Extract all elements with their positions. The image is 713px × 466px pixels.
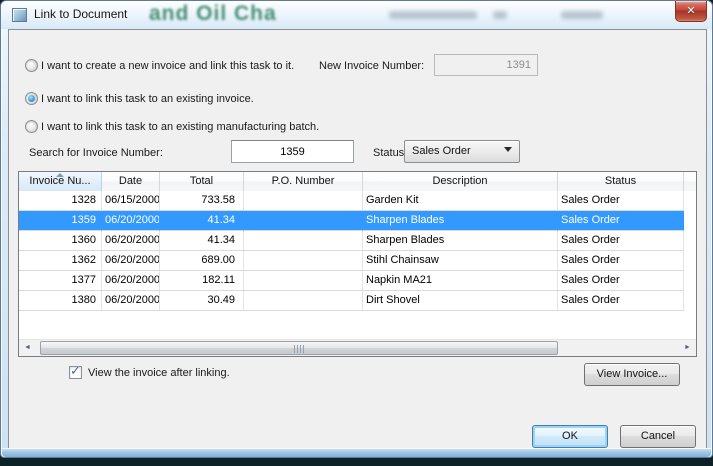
scroll-left-button[interactable]: ◄ (19, 340, 36, 357)
table-cell[interactable]: Sales Order (558, 231, 684, 251)
table-cell[interactable]: 1360 (19, 231, 102, 251)
table-cell[interactable] (244, 271, 363, 291)
table-cell[interactable]: Sales Order (558, 271, 684, 291)
cancel-button[interactable]: Cancel (620, 425, 696, 448)
table-cell[interactable] (244, 191, 363, 211)
status-label: Status: (373, 147, 407, 159)
table-cell[interactable]: 41.34 (160, 231, 244, 251)
column-header-filler (684, 172, 696, 191)
scrollbar-grip-icon (294, 345, 304, 353)
desktop-backdrop: and Oil Cha Link to Document ✕ I want to… (0, 0, 713, 466)
scroll-right-button[interactable]: ► (679, 340, 696, 357)
table-cell[interactable]: 06/20/2000 (102, 211, 160, 231)
horizontal-scrollbar[interactable]: ◄ ► (19, 339, 696, 356)
table-cell[interactable]: 1380 (19, 291, 102, 311)
table-row[interactable]: 132806/15/2000733.58 Garden KitSales Orde… (19, 191, 696, 211)
window-icon[interactable] (12, 8, 27, 22)
radio-link-existing-invoice[interactable] (25, 92, 38, 105)
table-cell[interactable] (244, 251, 363, 271)
table-row[interactable]: 136206/20/2000689.00 Stihl ChainsawSales … (19, 251, 696, 271)
table-cell[interactable]: 06/20/2000 (102, 291, 160, 311)
table-row[interactable]: 138006/20/200030.49 Dirt ShovelSales Orde… (19, 291, 696, 311)
table-cell[interactable]: Sales Order (558, 251, 684, 271)
table-cell[interactable]: Sales Order (558, 211, 684, 231)
glass-artifact (389, 11, 477, 19)
scrollbar-thumb[interactable] (40, 341, 558, 355)
glass-artifact (561, 11, 603, 19)
dialog-body: I want to create a new invoice and link … (8, 29, 707, 451)
table-cell[interactable]: Garden Kit (363, 191, 558, 211)
sort-ascending-icon (56, 173, 64, 177)
radio-create-new-invoice-label: I want to create a new invoice and link … (41, 60, 294, 72)
status-dropdown-value: Sales Order (412, 145, 471, 157)
column-header[interactable]: Invoice Nu... (19, 172, 102, 191)
window-bottom-frame (2, 448, 711, 457)
new-invoice-number-label: New Invoice Number: (319, 60, 424, 72)
table-cell[interactable]: 733.58 (160, 191, 244, 211)
column-header-label: Status (605, 175, 636, 187)
table-cell[interactable]: Sales Order (558, 291, 684, 311)
column-header[interactable]: Status (558, 172, 684, 191)
column-header-label: Total (190, 175, 213, 187)
table-cell[interactable]: 1328 (19, 191, 102, 211)
new-invoice-number-input[interactable] (434, 54, 538, 76)
close-button[interactable]: ✕ (675, 1, 707, 22)
column-header-label: Date (119, 175, 142, 187)
scroll-right-icon: ► (684, 344, 691, 351)
close-icon: ✕ (686, 2, 695, 21)
table-cell[interactable]: 06/20/2000 (102, 251, 160, 271)
column-header[interactable]: Total (160, 172, 244, 191)
table-cell[interactable]: 1377 (19, 271, 102, 291)
radio-link-existing-invoice-label: I want to link this task to an existing … (41, 93, 254, 105)
search-invoice-input[interactable] (231, 140, 354, 163)
table-cell[interactable]: Napkin MA21 (363, 271, 558, 291)
table-row[interactable]: 136006/20/200041.34 Sharpen BladesSales O… (19, 231, 696, 251)
radio-link-manufacturing-batch[interactable] (25, 120, 38, 133)
view-after-checkbox-label: View the invoice after linking. (88, 367, 230, 379)
column-header-label: Description (432, 175, 487, 187)
table-cell[interactable]: 41.34 (160, 211, 244, 231)
table-cell[interactable]: Sharpen Blades (363, 231, 558, 251)
view-after-checkbox[interactable]: ✓ (69, 366, 82, 379)
table-cell[interactable] (244, 211, 363, 231)
invoice-table: Invoice Nu... Date Total P.O. Number Descrip… (18, 171, 697, 357)
window-title: Link to Document (34, 7, 127, 21)
table-cell[interactable]: 06/20/2000 (102, 231, 160, 251)
table-row[interactable]: 137706/20/2000182.11 Napkin MA21Sales Ord… (19, 271, 696, 291)
search-invoice-label: Search for Invoice Number: (29, 147, 163, 159)
table-cell[interactable]: 30.49 (160, 291, 244, 311)
link-to-document-dialog: and Oil Cha Link to Document ✕ I want to… (0, 0, 713, 458)
table-row[interactable]: 135906/20/200041.34 Sharpen BladesSales O… (19, 211, 696, 231)
title-bar[interactable]: and Oil Cha Link to Document ✕ (1, 1, 712, 29)
table-cell[interactable]: 689.00 (160, 251, 244, 271)
table-body: 132806/15/2000733.58Garden KitSales Orde… (19, 191, 696, 311)
table-cell[interactable] (244, 291, 363, 311)
status-dropdown[interactable]: Sales Order (404, 140, 520, 163)
view-invoice-button[interactable]: View Invoice... (584, 363, 680, 386)
table-cell[interactable]: Sharpen Blades (363, 211, 558, 231)
column-header-label: P.O. Number (272, 175, 335, 187)
column-header[interactable]: P.O. Number (244, 172, 363, 191)
column-header[interactable]: Date (102, 172, 160, 191)
table-cell[interactable]: 06/20/2000 (102, 271, 160, 291)
table-cell[interactable]: 1362 (19, 251, 102, 271)
ok-button[interactable]: OK (532, 425, 608, 448)
check-icon: ✓ (70, 363, 81, 379)
radio-link-manufacturing-batch-label: I want to link this task to an existing … (41, 121, 319, 133)
glass-background-text: and Oil Cha (149, 2, 277, 26)
radio-create-new-invoice[interactable] (25, 59, 38, 72)
table-cell[interactable]: 06/15/2000 (102, 191, 160, 211)
table-cell[interactable]: Stihl Chainsaw (363, 251, 558, 271)
table-header-row: Invoice Nu... Date Total P.O. Number Descrip… (19, 172, 696, 191)
table-cell[interactable] (244, 231, 363, 251)
table-cell[interactable]: 182.11 (160, 271, 244, 291)
chevron-down-icon (504, 147, 512, 152)
table-cell[interactable]: Sales Order (558, 191, 684, 211)
scroll-left-icon: ◄ (24, 344, 31, 351)
glass-artifact (493, 11, 507, 19)
column-header[interactable]: Description (363, 172, 558, 191)
table-cell[interactable]: 1359 (19, 211, 102, 231)
table-cell[interactable]: Dirt Shovel (363, 291, 558, 311)
